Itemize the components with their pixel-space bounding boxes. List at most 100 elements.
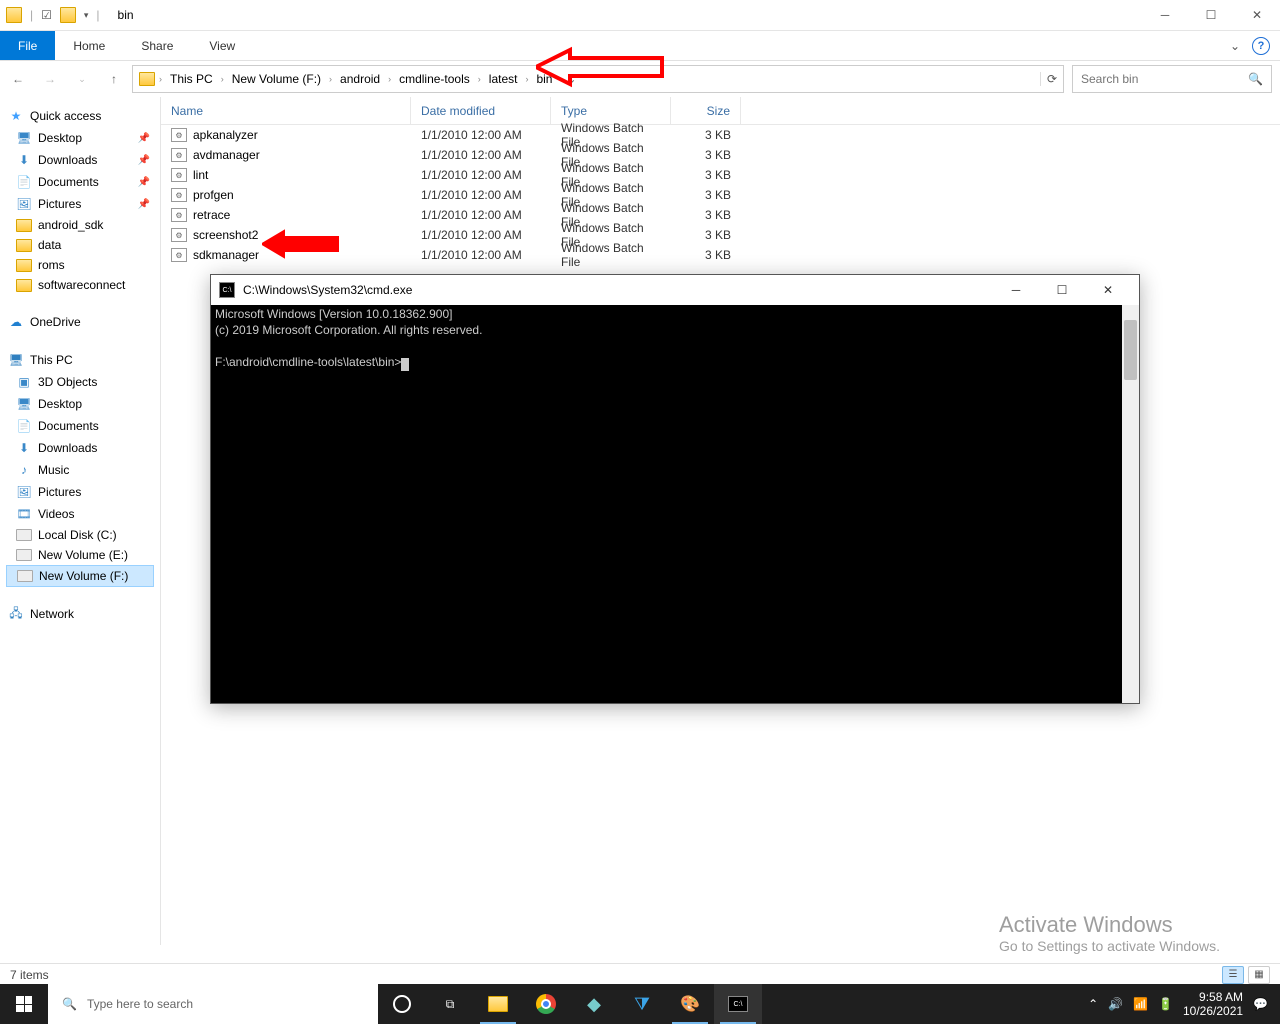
ribbon-tabs: File Home Share View ⌄ ?	[0, 31, 1280, 61]
tray-notifications-icon[interactable]: 💬	[1253, 997, 1268, 1011]
file-date: 1/1/2010 12:00 AM	[411, 128, 551, 142]
breadcrumb-item[interactable]: bin	[532, 72, 556, 86]
sidebar-item-music[interactable]: ♪Music	[6, 459, 154, 481]
sidebar-item-documents[interactable]: 📄Documents📌	[6, 171, 154, 193]
file-row[interactable]: ⚙avdmanager1/1/2010 12:00 AMWindows Batc…	[161, 145, 1280, 165]
navigation-pane[interactable]: ★Quick access 🖥Desktop📌 ⬇Downloads📌 📄Doc…	[0, 97, 160, 945]
cmd-body[interactable]: Microsoft Windows [Version 10.0.18362.90…	[211, 305, 1139, 703]
taskbar-chrome[interactable]	[522, 984, 570, 1024]
file-row[interactable]: ⚙lint1/1/2010 12:00 AMWindows Batch File…	[161, 165, 1280, 185]
tray-chevron-up-icon[interactable]: ⌃	[1088, 997, 1098, 1011]
sidebar-onedrive[interactable]: ☁OneDrive	[6, 311, 154, 333]
taskbar-paint[interactable]: 🎨	[666, 984, 714, 1024]
sidebar-item-3dobjects[interactable]: ▣3D Objects	[6, 371, 154, 393]
search-input[interactable]	[1081, 72, 1231, 86]
minimize-button[interactable]: ─	[1142, 0, 1188, 31]
sidebar-this-pc[interactable]: 🖥This PC	[6, 349, 154, 371]
sidebar-item-downloads[interactable]: ⬇Downloads📌	[6, 149, 154, 171]
cmd-line: (c) 2019 Microsoft Corporation. All righ…	[215, 323, 482, 337]
close-button[interactable]: ✕	[1085, 275, 1131, 305]
breadcrumb-item[interactable]: cmdline-tools	[395, 72, 474, 86]
taskbar-cortana[interactable]	[378, 984, 426, 1024]
column-date[interactable]: Date modified	[411, 97, 551, 124]
file-row[interactable]: ⚙apkanalyzer1/1/2010 12:00 AMWindows Bat…	[161, 125, 1280, 145]
checkbox-icon[interactable]: ☑	[41, 8, 52, 22]
sidebar-item-pictures[interactable]: 🖼Pictures	[6, 481, 154, 503]
network-icon: 🖧	[8, 606, 24, 622]
column-size[interactable]: Size	[671, 97, 741, 124]
breadcrumb-item[interactable]: New Volume (F:)	[228, 72, 325, 86]
taskbar-cmd[interactable]: C:\	[714, 984, 762, 1024]
file-date: 1/1/2010 12:00 AM	[411, 168, 551, 182]
sidebar-item-label: Music	[38, 463, 69, 477]
sidebar-item-folder[interactable]: roms	[6, 255, 154, 275]
help-icon[interactable]: ?	[1252, 37, 1270, 55]
sidebar-item-pictures[interactable]: 🖼Pictures📌	[6, 193, 154, 215]
sidebar-item-folder[interactable]: android_sdk	[6, 215, 154, 235]
taskbar-explorer[interactable]	[474, 984, 522, 1024]
maximize-button[interactable]: ☐	[1039, 275, 1085, 305]
tray-wifi-icon[interactable]: 📶	[1133, 997, 1148, 1011]
taskbar-taskview[interactable]: ⧉	[426, 984, 474, 1024]
details-view-button[interactable]: ☰	[1222, 966, 1244, 984]
qat-dropdown-icon[interactable]: ▾	[84, 10, 89, 21]
folder-icon	[6, 7, 22, 23]
start-button[interactable]	[0, 984, 48, 1024]
large-icons-view-button[interactable]: ▦	[1248, 966, 1270, 984]
tray-volume-icon[interactable]: 🔊	[1108, 997, 1123, 1011]
recent-dropdown-icon[interactable]: ⌄	[72, 74, 92, 85]
downloads-icon: ⬇	[16, 152, 32, 168]
sidebar-item-drive-f[interactable]: New Volume (F:)	[6, 565, 154, 587]
tray-clock[interactable]: 9:58 AM 10/26/2021	[1183, 990, 1243, 1019]
taskbar-search[interactable]: 🔍 Type here to search	[48, 984, 378, 1024]
cmd-window[interactable]: C:\ C:\Windows\System32\cmd.exe ─ ☐ ✕ Mi…	[210, 274, 1140, 704]
breadcrumb-item[interactable]: latest	[485, 72, 522, 86]
taskbar-app[interactable]: ◆	[570, 984, 618, 1024]
taskbar-vscode[interactable]: ⧩	[618, 984, 666, 1024]
breadcrumb-item[interactable]: This PC	[166, 72, 217, 86]
sidebar-item-drive-e[interactable]: New Volume (E:)	[6, 545, 154, 565]
file-row[interactable]: ⚙screenshot21/1/2010 12:00 AMWindows Bat…	[161, 225, 1280, 245]
back-button[interactable]: ←	[8, 72, 28, 86]
scrollbar-thumb[interactable]	[1124, 320, 1137, 380]
sidebar-label: Network	[30, 607, 74, 621]
sidebar-item-desktop[interactable]: 🖥Desktop📌	[6, 127, 154, 149]
cmd-scrollbar[interactable]	[1122, 305, 1139, 703]
maximize-button[interactable]: ☐	[1188, 0, 1234, 31]
forward-button[interactable]: →	[40, 72, 60, 86]
sidebar-item-folder[interactable]: data	[6, 235, 154, 255]
sidebar-item-downloads[interactable]: ⬇Downloads	[6, 437, 154, 459]
pictures-icon: 🖼	[16, 484, 32, 500]
file-row[interactable]: ⚙sdkmanager1/1/2010 12:00 AMWindows Batc…	[161, 245, 1280, 265]
addr-dropdown-icon[interactable]: ⌄	[560, 72, 582, 86]
breadcrumb-bar[interactable]: › This PC › New Volume (F:) › android › …	[132, 65, 1064, 93]
sidebar-item-desktop[interactable]: 🖥Desktop	[6, 393, 154, 415]
folder-icon	[16, 239, 32, 252]
refresh-icon[interactable]: ⟳	[1040, 72, 1057, 86]
search-box[interactable]: 🔍	[1072, 65, 1272, 93]
sidebar-item-folder[interactable]: softwareconnect	[6, 275, 154, 295]
minimize-button[interactable]: ─	[993, 275, 1039, 305]
column-name[interactable]: Name	[161, 97, 411, 124]
sidebar-network[interactable]: 🖧 Network	[6, 603, 154, 625]
tab-home[interactable]: Home	[55, 31, 123, 60]
close-button[interactable]: ✕	[1234, 0, 1280, 31]
breadcrumb-item[interactable]: android	[336, 72, 384, 86]
sidebar-item-videos[interactable]: 🎞Videos	[6, 503, 154, 525]
system-tray[interactable]: ⌃ 🔊 📶 🔋 9:58 AM 10/26/2021 💬	[1076, 990, 1280, 1019]
cmd-titlebar[interactable]: C:\ C:\Windows\System32\cmd.exe ─ ☐ ✕	[211, 275, 1139, 305]
tab-share[interactable]: Share	[123, 31, 191, 60]
sidebar-item-drive-c[interactable]: Local Disk (C:)	[6, 525, 154, 545]
file-row[interactable]: ⚙profgen1/1/2010 12:00 AMWindows Batch F…	[161, 185, 1280, 205]
chevron-down-icon[interactable]: ⌄	[1224, 35, 1246, 57]
taskbar[interactable]: 🔍 Type here to search ⧉ ◆ ⧩ 🎨 C:\ ⌃ 🔊 📶 …	[0, 984, 1280, 1024]
tab-view[interactable]: View	[191, 31, 253, 60]
search-icon[interactable]: 🔍	[1248, 72, 1263, 86]
column-type[interactable]: Type	[551, 97, 671, 124]
up-button[interactable]: ↑	[104, 72, 124, 86]
tab-file[interactable]: File	[0, 31, 55, 60]
file-row[interactable]: ⚙retrace1/1/2010 12:00 AMWindows Batch F…	[161, 205, 1280, 225]
tray-battery-icon[interactable]: 🔋	[1158, 997, 1173, 1011]
sidebar-quick-access[interactable]: ★Quick access	[6, 105, 154, 127]
sidebar-item-documents[interactable]: 📄Documents	[6, 415, 154, 437]
